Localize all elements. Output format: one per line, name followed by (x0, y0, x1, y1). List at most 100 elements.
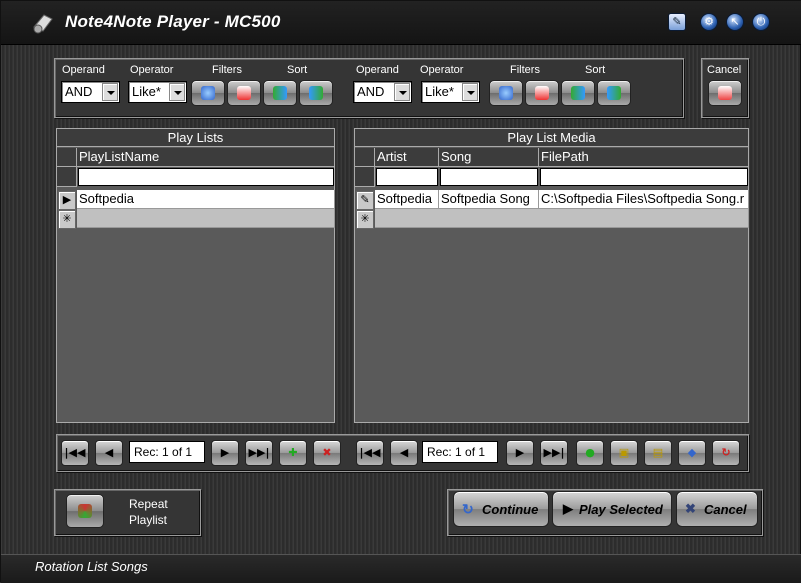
media-record-counter: Rec: 1 of 1 (422, 441, 498, 463)
filepath-filter-input[interactable] (540, 168, 748, 186)
cancel-top-label: Cancel (707, 64, 742, 76)
operator-label-right: Operator (420, 64, 464, 76)
repeat-playlist-button[interactable] (66, 494, 104, 528)
folder-icon: ▣ (618, 446, 630, 459)
song-filter-input[interactable] (440, 168, 538, 186)
operator-select-right-value: Like* (425, 84, 454, 99)
chevron-down-icon (394, 83, 410, 101)
filter-row-header (355, 167, 375, 187)
clear-filter-button-right[interactable] (525, 80, 559, 106)
filter-icon (499, 86, 513, 100)
play-selected-button[interactable]: ▶ Play Selected (552, 491, 672, 527)
media-last-button[interactable]: ▶▶| (540, 440, 568, 466)
row-header-corner (355, 148, 375, 167)
playlist-first-button[interactable]: |◀◀ (61, 440, 89, 466)
app-logo-icon (33, 14, 53, 34)
column-header-filepath[interactable]: FilePath (539, 148, 749, 167)
playlist-record-counter: Rec: 1 of 1 (129, 441, 205, 463)
playlist-filter-input[interactable] (78, 168, 334, 186)
clear-filter-button-left[interactable] (227, 80, 261, 106)
playlist-add-button[interactable]: ✚ (279, 440, 307, 466)
filters-label-left: Filters (212, 64, 242, 76)
operator-select-left[interactable]: Like* (128, 81, 187, 103)
operand-select-left-value: AND (65, 84, 93, 99)
title-bar: Note4Note Player - MC500 ✎ ⚙ ↖ ⏻ (1, 1, 801, 45)
cancel-filter-button[interactable] (708, 80, 742, 106)
media-folder-button[interactable]: ▣ (610, 440, 638, 466)
operator-select-right[interactable]: Like* (421, 81, 480, 103)
sort-ascending-icon (571, 86, 585, 100)
power-icon[interactable]: ⏻ (752, 13, 770, 31)
playlist-prev-button[interactable]: ◀ (95, 440, 123, 466)
artist-filter-input[interactable] (376, 168, 438, 186)
column-header-artist[interactable]: Artist (375, 148, 439, 167)
row-header-corner (57, 148, 77, 167)
repeat-label-line2: Playlist (129, 513, 168, 527)
edit-icon[interactable]: ✎ (668, 13, 686, 31)
operand-select-left[interactable]: AND (61, 81, 120, 103)
media-grid: Play List Media Artist Song FilePath ✎ S… (354, 128, 749, 423)
filter-icon (201, 86, 215, 100)
status-bar: Rotation List Songs (1, 554, 801, 583)
add-icon: ✚ (288, 446, 298, 459)
sort-desc-button-right[interactable] (597, 80, 631, 106)
media-refresh-button[interactable]: ↻ (712, 440, 740, 466)
column-header-playlistname[interactable]: PlayListName (77, 148, 335, 167)
media-first-button[interactable]: |◀◀ (356, 440, 384, 466)
media-prev-button[interactable]: ◀ (390, 440, 418, 466)
delete-icon: ✖ (322, 446, 332, 459)
filter-row-header (57, 167, 77, 187)
sort-asc-button-left[interactable] (263, 80, 297, 106)
media-filepath-cell[interactable]: C:\Softpedia Files\Softpedia Song.r (539, 190, 749, 209)
sort-asc-button-right[interactable] (561, 80, 595, 106)
clear-filter-icon (535, 86, 549, 100)
cancel-icon (718, 86, 732, 100)
refresh-icon: ↻ (721, 446, 731, 459)
chevron-down-icon (462, 83, 478, 101)
sort-label-right: Sort (585, 64, 606, 76)
media-add-button[interactable]: ● (576, 440, 604, 466)
chevron-down-icon (102, 83, 118, 101)
open-folder-icon: ▤ (652, 446, 664, 459)
playlist-row-cell[interactable]: Softpedia (77, 190, 335, 209)
new-row-indicator-icon: ✳ (356, 210, 374, 229)
media-save-button[interactable]: ◆ (678, 440, 706, 466)
gear-icon[interactable]: ⚙ (700, 13, 718, 31)
filters-label-right: Filters (510, 64, 540, 76)
sort-descending-icon (607, 86, 621, 100)
continue-button[interactable]: ↻ Continue (453, 491, 549, 527)
media-next-button[interactable]: ▶ (506, 440, 534, 466)
apply-filter-button-right[interactable] (489, 80, 523, 106)
cancel-button[interactable]: ✖ Cancel (676, 491, 758, 527)
media-grid-title: Play List Media (355, 129, 748, 147)
playlist-next-button[interactable]: ▶ (211, 440, 239, 466)
playlist-last-button[interactable]: ▶▶| (245, 440, 273, 466)
play-icon: ▶ (563, 501, 573, 516)
current-row-indicator-icon: ▶ (58, 191, 76, 210)
play-selected-label: Play Selected (579, 502, 663, 517)
column-header-song[interactable]: Song (439, 148, 539, 167)
cancel-label: Cancel (704, 502, 747, 517)
clear-filter-icon (237, 86, 251, 100)
chevron-down-icon (169, 83, 185, 101)
operand-select-right[interactable]: AND (353, 81, 412, 103)
add-media-icon: ● (585, 446, 595, 459)
playlists-grid: Play Lists PlayListName ▶ Softpedia ✳ (56, 128, 335, 423)
media-artist-cell[interactable]: Softpedia (375, 190, 439, 209)
back-arrow-icon[interactable]: ↖ (726, 13, 744, 31)
main-window: Note4Note Player - MC500 ✎ ⚙ ↖ ⏻ Operand… (0, 0, 801, 583)
editing-row-indicator-icon: ✎ (356, 191, 374, 210)
sort-desc-button-left[interactable] (299, 80, 333, 106)
new-row-indicator-icon: ✳ (58, 210, 76, 229)
media-new-row[interactable] (375, 209, 749, 228)
operator-label-left: Operator (130, 64, 174, 76)
playlist-delete-button[interactable]: ✖ (313, 440, 341, 466)
cancel-icon: ✖ (685, 501, 696, 516)
media-song-cell[interactable]: Softpedia Song (439, 190, 539, 209)
media-open-button[interactable]: ▤ (644, 440, 672, 466)
operator-select-left-value: Like* (132, 84, 161, 99)
apply-filter-button-left[interactable] (191, 80, 225, 106)
playlist-new-row[interactable] (77, 209, 335, 228)
window-title: Note4Note Player - MC500 (65, 12, 281, 31)
sort-ascending-icon (273, 86, 287, 100)
